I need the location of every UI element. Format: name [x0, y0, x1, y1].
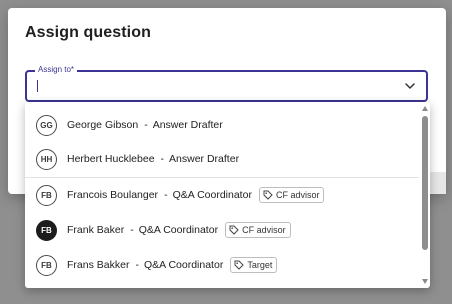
option-role: Q&A Coordinator	[138, 224, 219, 236]
avatar: GG	[36, 114, 57, 136]
avatar: FB	[36, 254, 57, 276]
option-item[interactable]: FB Francois Boulanger - Q&A Coordinator CF a…	[25, 177, 419, 212]
option-name: Frank Baker	[67, 224, 125, 236]
assign-to-field[interactable]: Assign to*	[25, 65, 428, 102]
tag-icon	[234, 260, 247, 270]
option-separator: -	[135, 259, 139, 271]
avatar: HH	[36, 148, 57, 170]
option-role: Q&A Coordinator	[143, 259, 224, 271]
chevron-down-icon[interactable]	[404, 80, 416, 92]
avatar: FB	[36, 219, 57, 241]
option-tag-label: CF advisor	[242, 225, 286, 235]
option-separator: -	[164, 189, 168, 201]
avatar: FB	[36, 184, 57, 206]
option-separator: -	[130, 224, 134, 236]
option-item[interactable]: GG George Gibson - Answer Drafter	[25, 108, 419, 142]
option-name: Frans Bakker	[67, 259, 130, 271]
option-tag-badge: Target	[230, 257, 278, 273]
options-scrollbar[interactable]	[421, 102, 430, 288]
option-name: Francois Boulanger	[67, 189, 159, 201]
option-role: Q&A Coordinator	[172, 189, 252, 201]
scroll-thumb[interactable]	[422, 116, 428, 250]
dialog-title: Assign question	[25, 24, 151, 41]
assign-to-label: Assign to*	[35, 65, 78, 75]
text-cursor	[37, 80, 38, 92]
option-separator: -	[160, 153, 165, 165]
option-tag-badge: CF advisor	[258, 187, 325, 203]
option-item[interactable]: FB Frank Baker - Q&A Coordinator CF advisor	[25, 213, 419, 247]
option-role: Answer Drafter	[169, 153, 240, 165]
option-role: Answer Drafter	[152, 119, 223, 131]
scroll-up-arrow-icon[interactable]	[422, 106, 428, 111]
option-name: Herbert Hucklebee	[67, 153, 155, 165]
option-separator: -	[144, 119, 148, 131]
tag-icon	[263, 190, 276, 200]
option-tag-label: CF advisor	[275, 190, 320, 200]
option-tag-badge: CF advisor	[225, 222, 291, 238]
option-tag-label: Target	[247, 260, 273, 270]
tag-icon	[229, 225, 242, 235]
scroll-down-arrow-icon[interactable]	[422, 279, 428, 284]
option-item[interactable]: HH Herbert Hucklebee - Answer Drafter	[25, 142, 419, 176]
option-item[interactable]: FB Frans Bakker - Q&A Coordinator Target	[25, 248, 419, 282]
option-name: George Gibson	[67, 119, 139, 131]
assignee-options-list[interactable]: GG George Gibson - Answer Drafter HH Herbert …	[25, 102, 430, 288]
dialog-action-button[interactable]	[430, 172, 446, 194]
